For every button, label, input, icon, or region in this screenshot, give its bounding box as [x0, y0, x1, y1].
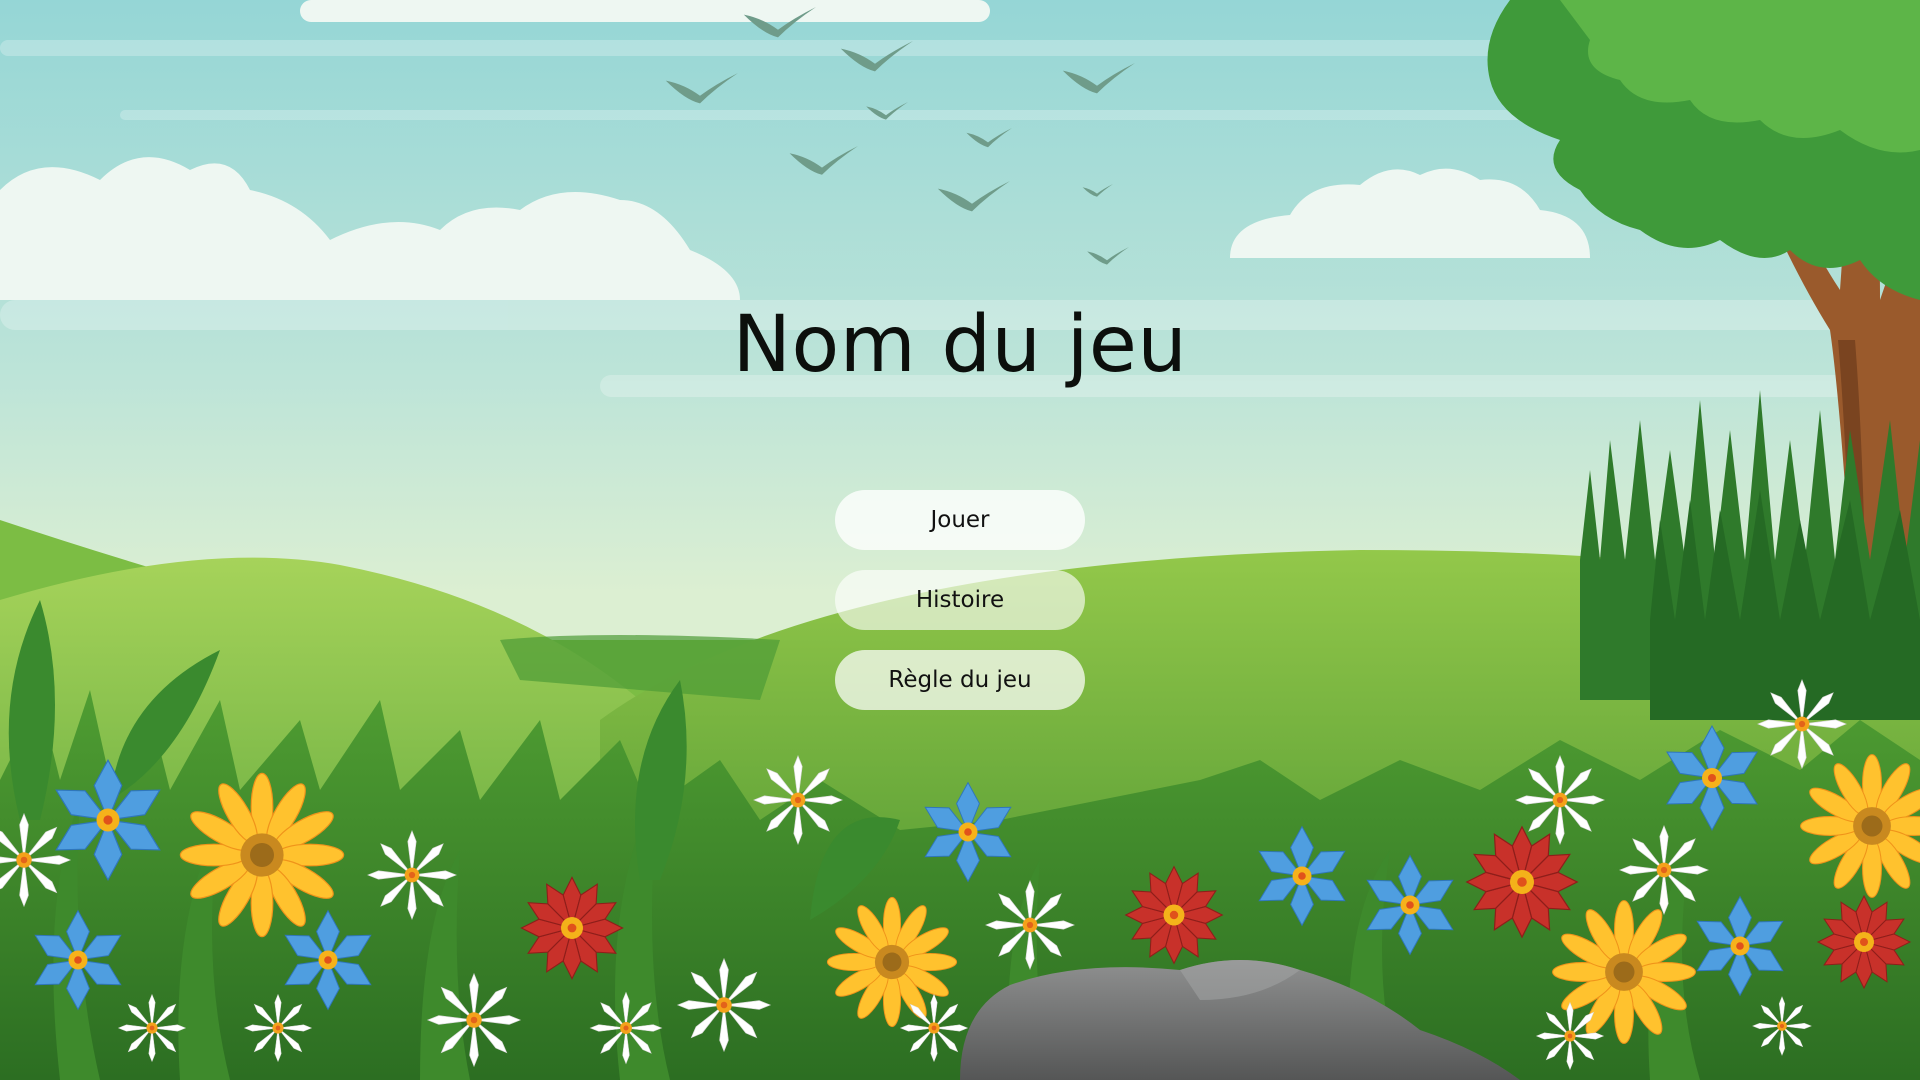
main-menu: Jouer Histoire Règle du jeu [835, 490, 1085, 710]
game-title: Nom du jeu [732, 300, 1188, 390]
story-button[interactable]: Histoire [835, 570, 1085, 630]
play-button[interactable]: Jouer [835, 490, 1085, 550]
rules-button[interactable]: Règle du jeu [835, 650, 1085, 710]
